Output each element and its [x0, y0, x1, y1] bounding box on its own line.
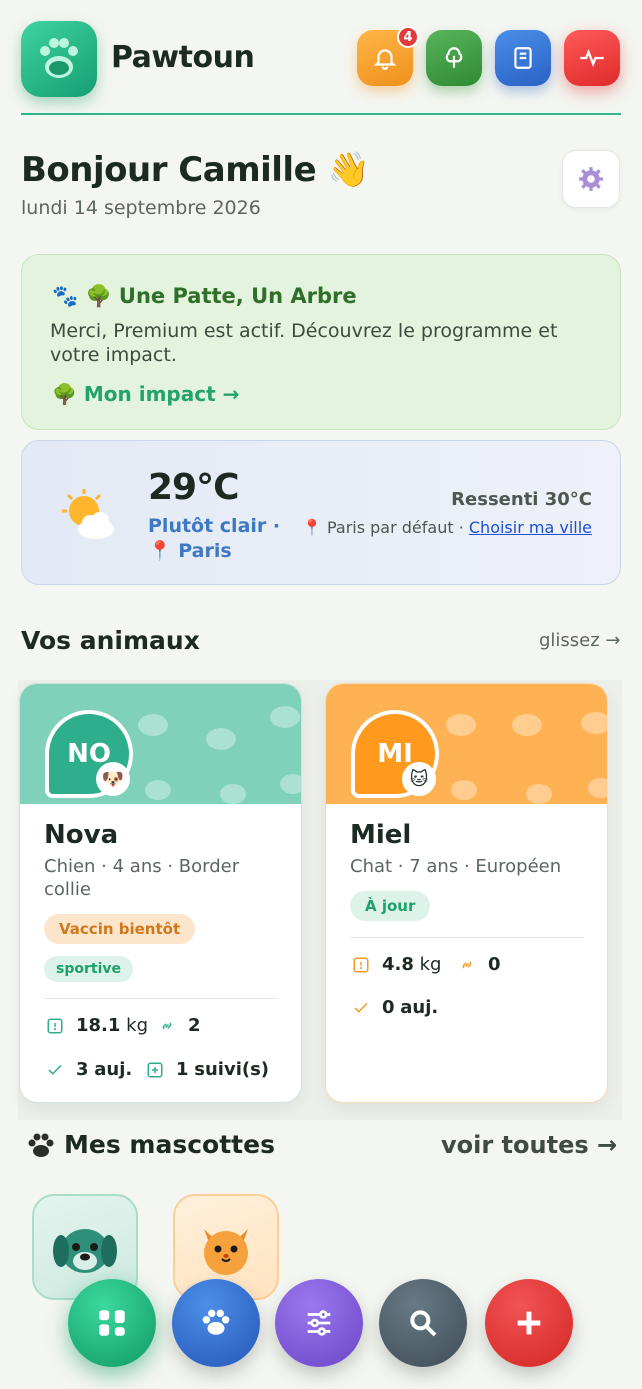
scale-icon — [352, 956, 370, 974]
book-button[interactable] — [495, 30, 551, 86]
weather-temperature: 29°C — [148, 467, 240, 508]
tree-button[interactable] — [426, 30, 482, 86]
see-all-mascots-link[interactable]: voir toutes → — [441, 1131, 617, 1159]
weight-unit: kg — [419, 954, 442, 975]
tree-card-text: Merci, Premium est actif. Découvrez le p… — [50, 320, 558, 366]
app-title: Pawtoun — [111, 40, 255, 75]
dog-mascot-icon — [53, 1229, 117, 1273]
greeting-title: Bonjour Camille 👋 — [21, 150, 370, 190]
nav-dashboard-button[interactable] — [68, 1279, 156, 1367]
vaccine-status-badge: Vaccin bientôt — [44, 914, 196, 944]
link-icon — [458, 956, 476, 974]
pet-tag: sportive — [44, 956, 133, 982]
choose-city-link[interactable]: Choisir ma ville — [469, 518, 592, 537]
my-impact-link[interactable]: 🌳 Mon impact → — [52, 382, 239, 406]
pet-name: Nova — [44, 820, 119, 850]
tree-icon — [445, 47, 463, 68]
check-icon — [352, 999, 370, 1017]
book-icon — [514, 47, 532, 69]
pets-section-title: Vos animaux — [21, 626, 200, 655]
weight-stat: 4.8 kg — [352, 954, 441, 975]
app-header: Pawtoun 4 — [0, 0, 642, 116]
paw-logo-icon — [40, 38, 78, 78]
weight-value: 4.8 — [382, 954, 414, 975]
weight-unit: kg — [126, 1015, 149, 1036]
weather-location: 📍 Paris par défaut · Choisir ma ville — [302, 518, 592, 537]
sun-cloud-icon — [58, 489, 118, 547]
plus-square-icon — [146, 1061, 164, 1079]
nav-add-button[interactable] — [485, 1279, 573, 1367]
links-stat: 2 — [158, 1015, 201, 1036]
today-label: auj. — [400, 997, 439, 1018]
links-value: 2 — [188, 1015, 201, 1036]
pet-card-nova[interactable]: NO 🐶 Nova Chien · 4 ans · Border collie … — [19, 683, 302, 1103]
scale-icon — [46, 1017, 64, 1035]
vaccine-status-badge: À jour — [350, 891, 431, 921]
link-icon — [158, 1017, 176, 1035]
paw-icon — [26, 1132, 56, 1164]
header-divider — [21, 113, 621, 115]
today-value: 0 — [382, 997, 395, 1018]
bell-icon — [373, 49, 397, 70]
app-logo[interactable] — [21, 21, 97, 97]
pet-card-miel[interactable]: MI 🐱 Miel Chat · 7 ans · Européen À jour… — [325, 683, 608, 1103]
followed-stat: 1 suivi(s) — [146, 1059, 269, 1080]
plus-icon — [517, 1311, 541, 1335]
pet-description: Chat · 7 ans · Européen — [350, 856, 562, 877]
health-button[interactable] — [564, 30, 620, 86]
settings-button[interactable] — [562, 150, 620, 208]
pet-description: Chien · 4 ans · Border collie — [44, 856, 240, 900]
cat-icon: 🐱 — [402, 762, 436, 796]
notifications-button[interactable]: 4 — [357, 26, 419, 86]
greeting-date: lundi 14 septembre 2026 — [21, 197, 261, 219]
cat-mascot-icon — [204, 1229, 248, 1275]
sliders-icon — [307, 1310, 331, 1336]
weight-value: 18.1 — [76, 1015, 121, 1036]
nav-pets-button[interactable] — [172, 1279, 260, 1367]
paw-icon — [202, 1309, 230, 1335]
weight-stat: 18.1 kg — [46, 1015, 148, 1036]
gear-icon — [579, 167, 603, 191]
followed-value: 1 — [176, 1059, 189, 1080]
mascots-title: Mes mascottes — [64, 1130, 275, 1159]
today-label: auj. — [94, 1059, 133, 1080]
weather-condition: Plutôt clair · 📍 Paris — [148, 515, 281, 562]
check-icon — [46, 1061, 64, 1079]
notification-badge: 4 — [397, 26, 419, 48]
followed-label: suivi(s) — [194, 1059, 270, 1080]
nav-settings-button[interactable] — [275, 1279, 363, 1367]
search-icon — [410, 1310, 437, 1337]
pet-divider — [350, 937, 584, 938]
swipe-hint: glissez → — [539, 630, 621, 651]
tree-program-card: 🐾 🌳 Une Patte, Un Arbre Merci, Premium e… — [21, 254, 621, 430]
dog-icon: 🐶 — [96, 762, 130, 796]
pulse-icon — [580, 49, 604, 67]
tree-card-title: 🐾 🌳 Une Patte, Un Arbre — [52, 284, 357, 308]
weather-feels-like: Ressenti 30°C — [451, 489, 592, 510]
grid-icon — [99, 1310, 125, 1336]
weather-card: 29°C Plutôt clair · 📍 Paris Ressenti 30°… — [21, 440, 621, 585]
links-stat: 0 — [458, 954, 501, 975]
today-value: 3 — [76, 1059, 89, 1080]
links-value: 0 — [488, 954, 501, 975]
pet-name: Miel — [350, 820, 412, 850]
today-stat: 0 auj. — [352, 997, 438, 1018]
pet-divider — [44, 998, 278, 999]
today-stat: 3 auj. — [46, 1059, 132, 1080]
weather-location-text: 📍 Paris par défaut · — [301, 518, 469, 537]
nav-search-button[interactable] — [379, 1279, 467, 1367]
